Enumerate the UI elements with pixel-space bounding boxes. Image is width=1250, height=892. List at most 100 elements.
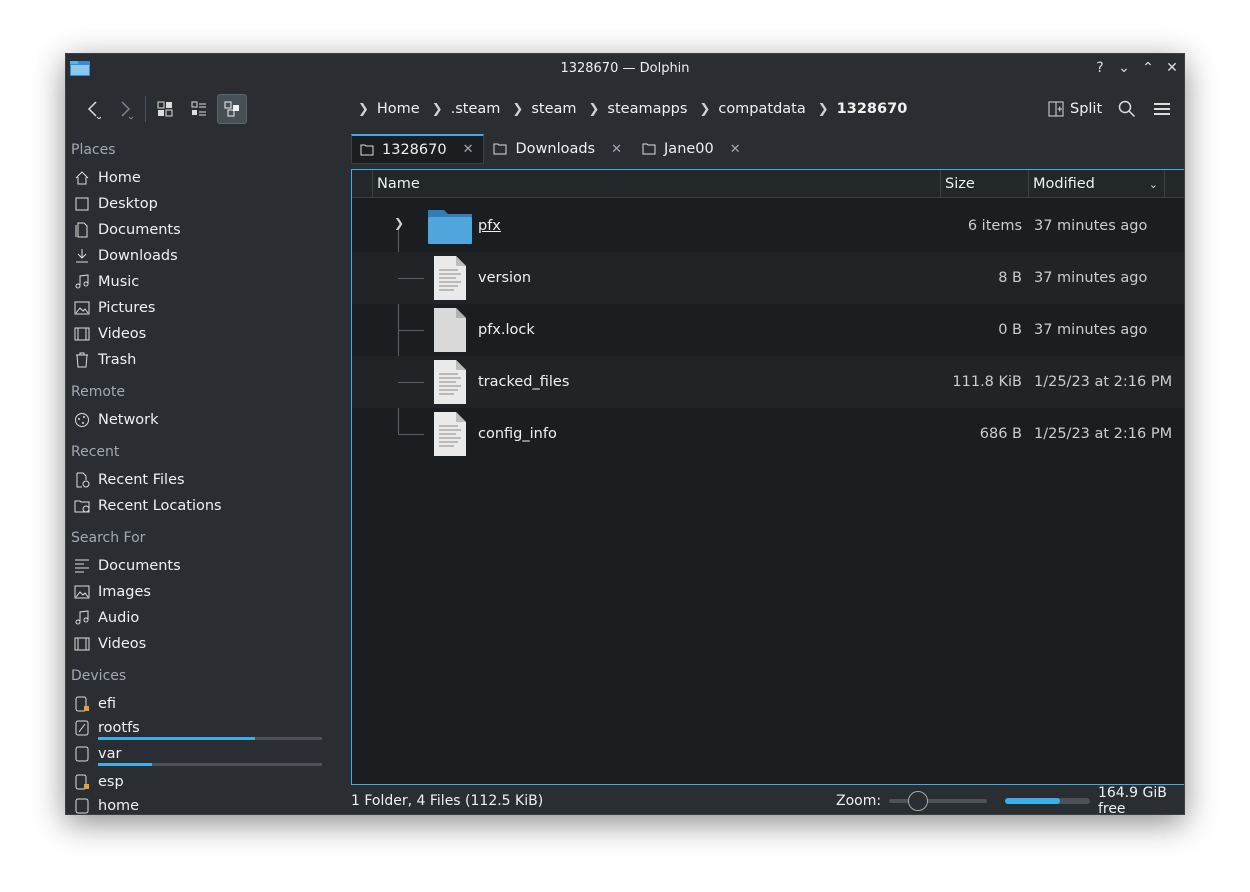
column-modified[interactable]: Modified ⌄	[1028, 170, 1164, 198]
close-tab-icon[interactable]: ✕	[611, 142, 622, 157]
sidebar-item-label: Videos	[98, 636, 147, 652]
file-name: pfx.lock	[478, 322, 535, 338]
file-modified: 37 minutes ago	[1034, 270, 1148, 286]
close-window-button[interactable]: ✕	[1164, 60, 1180, 76]
tab-1328670[interactable]: 1328670 ✕	[351, 134, 485, 164]
help-button[interactable]: ?	[1092, 60, 1108, 76]
table-row[interactable]: version 8 B 37 minutes ago	[352, 252, 1184, 304]
sidebar-item-downloads[interactable]: Downloads	[74, 244, 178, 268]
column-name[interactable]: Name	[372, 170, 940, 198]
chevron-right-icon: ❯	[512, 101, 524, 117]
breadcrumb-home[interactable]: Home	[377, 101, 420, 117]
sidebar-item-label: Trash	[98, 352, 137, 368]
file-view[interactable]: Name Size Modified ⌄ ❯ pfx 6 items 37 mi…	[351, 169, 1184, 785]
compact-view-icon	[191, 101, 206, 116]
sidebar-item-label: esp	[98, 774, 124, 790]
home-icon	[75, 171, 89, 185]
sidebar-item-videos[interactable]: Videos	[74, 322, 146, 346]
compact-view-button[interactable]	[184, 94, 214, 124]
sidebar-item-home[interactable]: Home	[74, 166, 141, 190]
zoom-label: Zoom:	[836, 793, 882, 809]
recent-locations-icon	[74, 500, 90, 513]
text-doc-icon	[75, 559, 89, 573]
zoom-slider-handle[interactable]	[907, 791, 928, 811]
breadcrumb-item[interactable]: steam	[531, 101, 576, 117]
file-name: version	[478, 270, 532, 286]
image-icon	[74, 585, 90, 599]
free-space-label: 164.9 GiB free	[1097, 785, 1167, 815]
sidebar-item-device-esp[interactable]: esp	[74, 770, 124, 794]
tab-bar: 1328670 ✕ Downloads ✕ Jane00 ✕	[351, 134, 752, 164]
sidebar-item-trash[interactable]: Trash	[74, 348, 136, 372]
status-summary: 1 Folder, 4 Files (112.5 KiB)	[351, 793, 544, 809]
tab-label: Downloads	[515, 141, 596, 157]
search-button[interactable]	[1112, 94, 1142, 124]
minimize-button[interactable]: ⌄	[1116, 60, 1132, 76]
drive-icon	[75, 746, 89, 762]
sidebar-item-pictures[interactable]: Pictures	[74, 296, 155, 320]
rootfs-usage-fill	[98, 737, 255, 740]
zoom-control: Zoom: 164.9 GiB free	[836, 785, 1184, 815]
drive-icon	[75, 720, 89, 736]
sidebar-item-device-efi[interactable]: efi	[74, 692, 116, 716]
column-size[interactable]: Size	[940, 170, 1028, 198]
sidebar-item-search-videos[interactable]: Videos	[74, 632, 146, 656]
documents-icon	[75, 222, 88, 238]
split-button[interactable]: Split	[1048, 94, 1102, 124]
details-view-icon	[224, 101, 239, 117]
main-panel: 1328670 ✕ Downloads ✕ Jane00 ✕ Name Size…	[328, 134, 1184, 815]
details-view-button[interactable]	[217, 94, 247, 124]
network-icon	[75, 413, 89, 427]
breadcrumb: ❯ Home ❯ .steam ❯ steam ❯ steamapps ❯ co…	[354, 94, 907, 124]
close-tab-icon[interactable]: ✕	[463, 142, 474, 157]
back-arrow-icon	[87, 101, 101, 119]
tab-downloads[interactable]: Downloads ✕	[484, 134, 633, 164]
sidebar-item-device-home[interactable]: home	[74, 794, 140, 814]
sidebar-item-search-audio[interactable]: Audio	[74, 606, 139, 630]
table-row[interactable]: config_info 686 B 1/25/23 at 2:16 PM	[352, 408, 1184, 460]
breadcrumb-item[interactable]: steamapps	[607, 101, 687, 117]
text-file-icon	[434, 256, 466, 300]
sidebar-item-recent-files[interactable]: Recent Files	[74, 468, 185, 492]
sidebar-item-music[interactable]: Music	[74, 270, 139, 294]
dolphin-window: 1328670 — Dolphin ? ⌄ ⌃ ✕ ❯ Home ❯ .stea…	[65, 53, 1185, 815]
sidebar-item-recent-locations[interactable]: Recent Locations	[74, 494, 222, 518]
breadcrumb-item[interactable]: compatdata	[718, 101, 805, 117]
text-file-icon	[434, 360, 466, 404]
table-row[interactable]: pfx.lock 0 B 37 minutes ago	[352, 304, 1184, 356]
chevron-right-icon: ❯	[817, 101, 829, 117]
back-button[interactable]	[78, 94, 108, 124]
sidebar-item-search-documents[interactable]: Documents	[74, 554, 181, 578]
sidebar-item-documents[interactable]: Documents	[74, 218, 181, 242]
sidebar-item-desktop[interactable]: Desktop	[74, 192, 158, 216]
sidebar-item-label: Recent Locations	[98, 498, 222, 514]
expand-chevron-icon[interactable]: ❯	[394, 216, 404, 230]
tab-jane00[interactable]: Jane00 ✕	[633, 134, 752, 164]
trash-icon	[76, 352, 88, 368]
close-tab-icon[interactable]: ✕	[730, 142, 741, 157]
breadcrumb-current[interactable]: 1328670	[837, 101, 908, 117]
zoom-slider[interactable]	[889, 791, 988, 811]
hamburger-menu-icon	[1154, 103, 1170, 115]
var-usage-fill	[98, 763, 152, 766]
table-row[interactable]: tracked_files 111.8 KiB 1/25/23 at 2:16 …	[352, 356, 1184, 408]
table-row[interactable]: ❯ pfx 6 items 37 minutes ago	[352, 200, 1184, 252]
sidebar-item-search-images[interactable]: Images	[74, 580, 151, 604]
sidebar-item-network[interactable]: Network	[74, 408, 159, 432]
sidebar-item-label: Audio	[98, 610, 140, 626]
folder-app-icon	[70, 61, 90, 76]
sidebar-item-label: var	[98, 746, 122, 762]
titlebar[interactable]: 1328670 — Dolphin ? ⌄ ⌃ ✕	[66, 54, 1184, 82]
forward-button[interactable]	[110, 94, 140, 124]
search-icon	[1118, 100, 1136, 118]
file-modified: 37 minutes ago	[1034, 218, 1148, 234]
breadcrumb-item[interactable]: .steam	[451, 101, 501, 117]
split-label: Split	[1070, 101, 1103, 117]
menu-button[interactable]	[1147, 94, 1177, 124]
desktop-icon	[75, 197, 89, 211]
maximize-button[interactable]: ⌃	[1140, 60, 1156, 76]
icons-view-button[interactable]	[150, 94, 180, 124]
sidebar-item-label: Recent Files	[98, 472, 185, 488]
sidebar-item-label: home	[98, 798, 140, 814]
section-header-devices: Devices	[71, 668, 127, 684]
